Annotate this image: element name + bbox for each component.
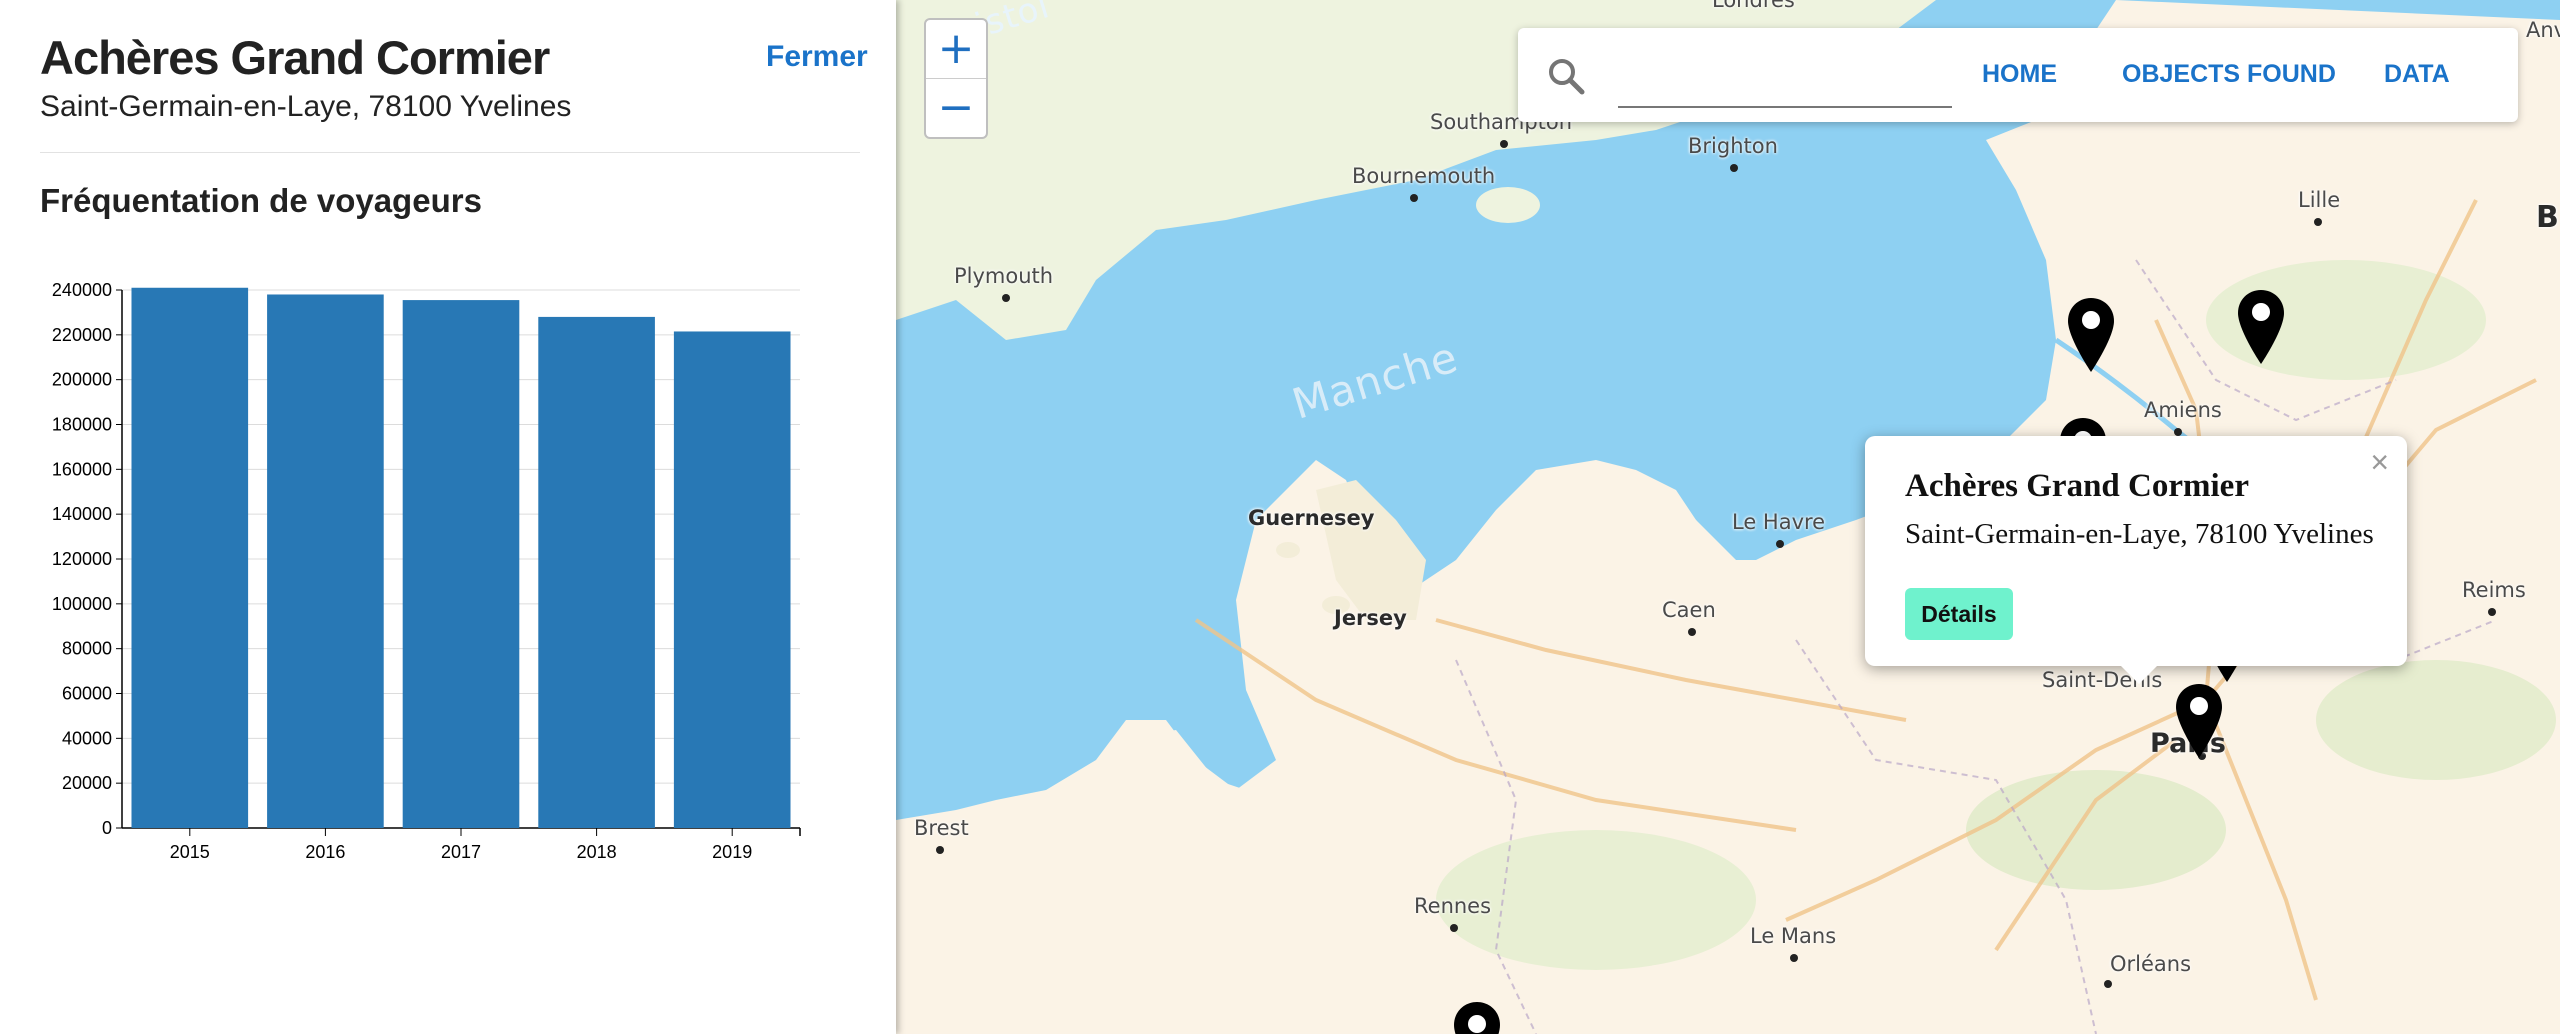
- nav-data[interactable]: DATA: [2384, 60, 2450, 89]
- city-dot: [2314, 218, 2322, 226]
- city-dot: [1776, 540, 1784, 548]
- city-dot: [1500, 140, 1508, 148]
- panel-divider: [40, 152, 860, 153]
- x-tick-label: 2019: [712, 842, 752, 862]
- city-label-plymouth: Plymouth: [954, 264, 1054, 288]
- bar-2019: [673, 331, 791, 828]
- station-popup: × Achères Grand Cormier Saint-Germain-en…: [1865, 436, 2407, 684]
- nav-objects-found[interactable]: OBJECTS FOUND: [2122, 60, 2336, 89]
- popup-close-button[interactable]: ×: [2370, 444, 2389, 481]
- popup-tip: [2119, 664, 2159, 684]
- city-dot: [1002, 294, 1010, 302]
- city-label-guernesey: Guernesey: [1248, 506, 1375, 530]
- city-dot: [2488, 608, 2496, 616]
- station-address: Saint-Germain-en-Laye, 78100 Yvelines: [40, 90, 572, 123]
- city-label-londres: Londres: [1712, 0, 1795, 12]
- y-tick-label: 20000: [62, 773, 112, 793]
- bar-2017: [402, 300, 520, 828]
- city-label-reims: Reims: [2462, 578, 2526, 602]
- popup-title: Achères Grand Cormier: [1905, 468, 2249, 504]
- city-label-rennes: Rennes: [1414, 894, 1492, 918]
- y-tick-label: 60000: [62, 684, 112, 704]
- forest-area: [2316, 660, 2556, 780]
- city-label-edge-top: Anv: [2526, 18, 2560, 42]
- city-dot: [1688, 628, 1696, 636]
- chart-title: Fréquentation de voyageurs: [40, 182, 482, 219]
- station-marker[interactable]: [2238, 290, 2284, 364]
- station-details-panel: Achères Grand Cormier Saint-Germain-en-L…: [0, 0, 896, 1034]
- city-dot: [2174, 428, 2182, 436]
- popup-address: Saint-Germain-en-Laye, 78100 Yvelines: [1905, 518, 2374, 550]
- x-tick-label: 2017: [441, 842, 481, 862]
- ridership-bar-chart: 0 20000 40000 60000 80000 100000 120000 140000 1…: [52, 280, 801, 862]
- isle-of-wight: [1476, 187, 1540, 223]
- city-dot: [1790, 954, 1798, 962]
- nav-home[interactable]: HOME: [1982, 60, 2057, 89]
- bar-2015: [131, 287, 249, 829]
- y-tick-label: 80000: [62, 639, 112, 659]
- city-dot: [1450, 924, 1458, 932]
- city-label-caen: Caen: [1662, 598, 1716, 622]
- y-tick-label: 140000: [52, 504, 112, 524]
- city-label-edge: B: [2536, 200, 2559, 235]
- x-tick-label: 2015: [170, 842, 210, 862]
- city-label-brighton: Brighton: [1688, 134, 1778, 158]
- y-tick-label: 200000: [52, 370, 112, 390]
- city-label-le-havre: Le Havre: [1732, 510, 1826, 534]
- bar-2016: [267, 294, 384, 828]
- city-dot: [1730, 164, 1738, 172]
- zoom-control: + −: [924, 18, 988, 139]
- search-input[interactable]: [1618, 64, 1952, 100]
- search-icon[interactable]: [1546, 56, 1586, 96]
- guernsey-island: [1276, 542, 1300, 558]
- city-label-amiens: Amiens: [2144, 398, 2222, 422]
- search-input-underline: [1618, 106, 1952, 108]
- city-dot: [936, 846, 944, 854]
- y-tick-label: 40000: [62, 728, 112, 748]
- city-dot: [2104, 980, 2112, 988]
- y-tick-label: 160000: [52, 459, 112, 479]
- station-marker[interactable]: [2176, 684, 2222, 758]
- city-label-orleans: Orléans: [2110, 952, 2192, 976]
- y-tick-label: 220000: [52, 325, 112, 345]
- y-tick-label: 180000: [52, 415, 112, 435]
- forest-area: [1966, 770, 2226, 890]
- y-tick-label: 120000: [52, 549, 112, 569]
- map-view[interactable]: Manche Bristol Southampton Bournemouth B…: [896, 0, 2560, 1034]
- zoom-in-button[interactable]: +: [926, 20, 986, 79]
- zoom-out-button[interactable]: −: [926, 79, 986, 137]
- city-label-le-mans: Le Mans: [1750, 924, 1837, 948]
- x-tick-label: 2016: [305, 842, 345, 862]
- y-tick-label: 0: [102, 818, 112, 838]
- bar-2018: [538, 316, 655, 828]
- city-label-brest: Brest: [914, 816, 969, 840]
- top-navigation-bar: HOME OBJECTS FOUND DATA: [1518, 28, 2518, 122]
- city-label-bournemouth: Bournemouth: [1352, 164, 1496, 188]
- details-button[interactable]: Détails: [1905, 588, 2013, 640]
- station-marker[interactable]: [2068, 298, 2114, 372]
- station-marker[interactable]: [1454, 1002, 1500, 1034]
- city-dot: [1410, 194, 1418, 202]
- close-panel-link[interactable]: Fermer: [766, 40, 868, 74]
- station-title: Achères Grand Cormier: [40, 31, 550, 84]
- x-tick-label: 2018: [577, 842, 617, 862]
- city-label-jersey: Jersey: [1334, 606, 1407, 630]
- y-tick-label: 100000: [52, 594, 112, 614]
- city-label-lille: Lille: [2298, 188, 2341, 212]
- y-tick-label: 240000: [52, 280, 112, 300]
